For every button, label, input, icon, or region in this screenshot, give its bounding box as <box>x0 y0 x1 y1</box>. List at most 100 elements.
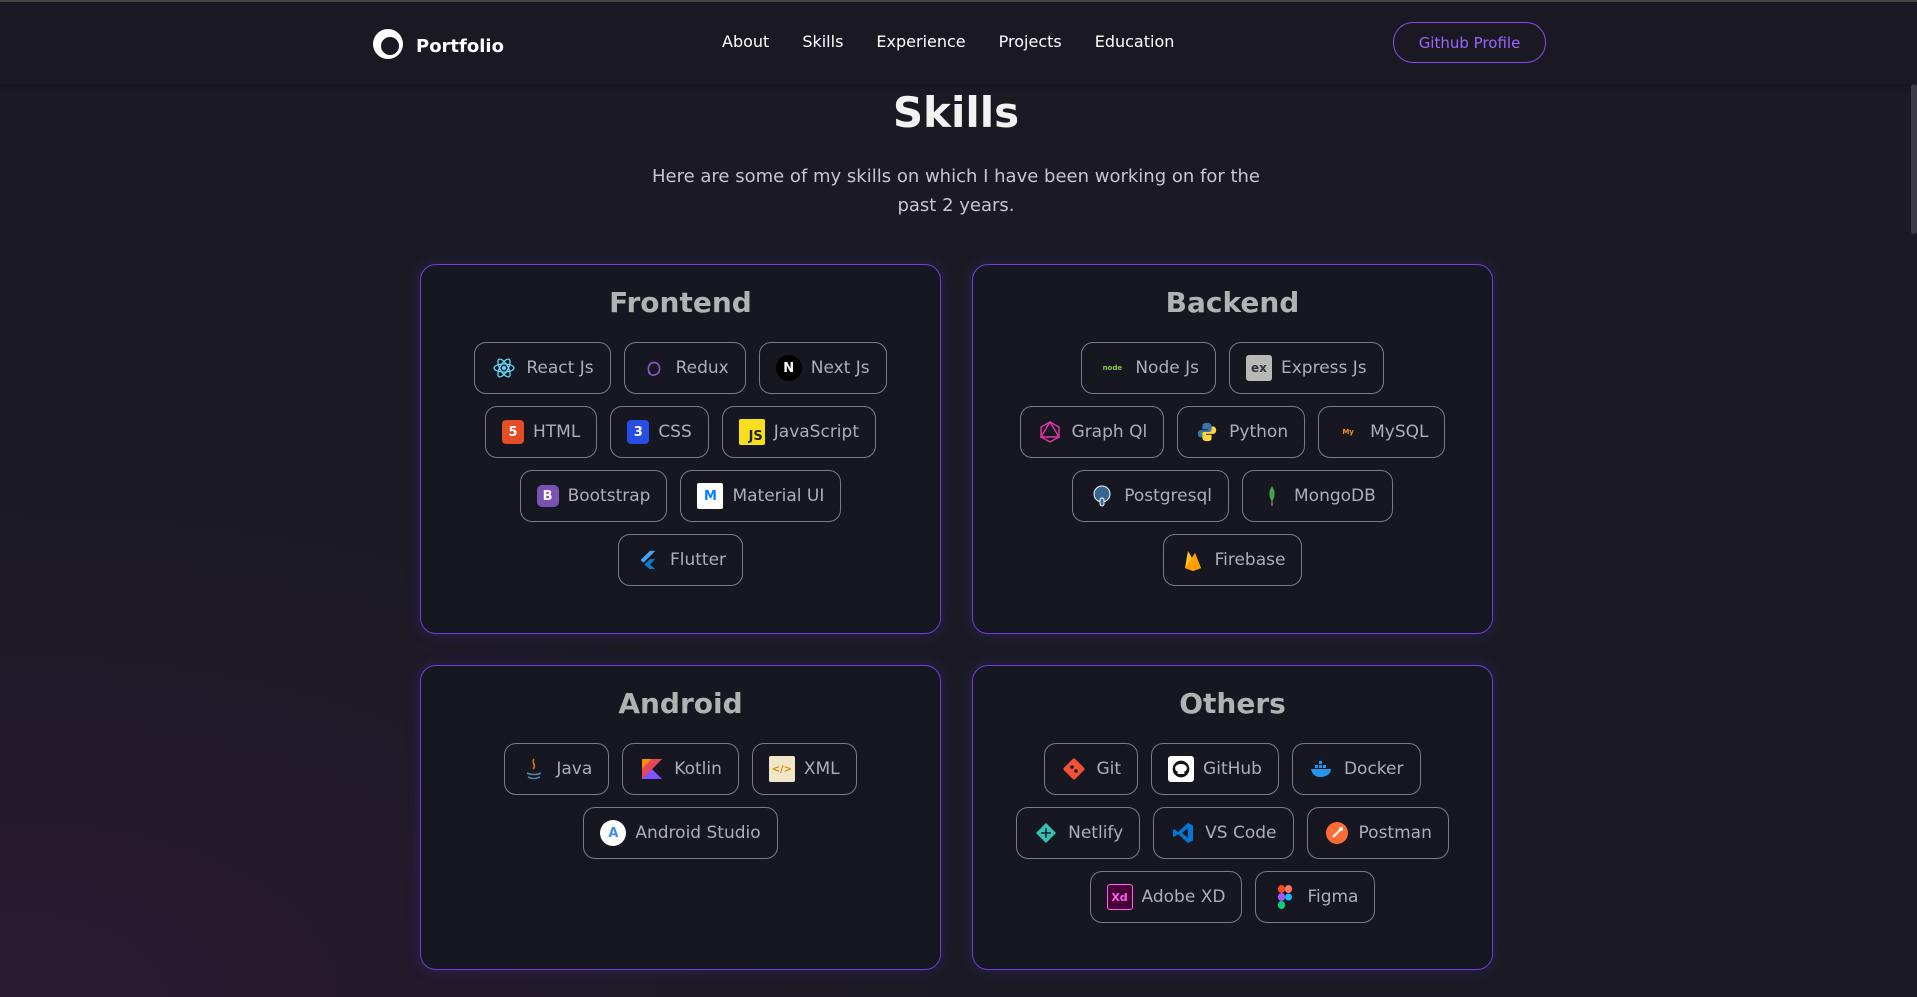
brand-logo[interactable]: Portfolio <box>370 26 504 66</box>
skill-chip[interactable]: node Node Js <box>1081 342 1216 394</box>
android-studio-icon: A <box>600 820 627 846</box>
skill-name: XML <box>803 759 840 779</box>
skill-name: Python <box>1229 422 1289 442</box>
skill-name: Redux <box>675 358 729 378</box>
skill-name: Kotlin <box>674 759 722 779</box>
xml-icon: </> <box>768 756 795 782</box>
nav-link-experience[interactable]: Experience <box>876 32 965 51</box>
skill-name: Node Js <box>1135 358 1199 378</box>
nav-link-about[interactable]: About <box>722 32 769 51</box>
skill-chip[interactable]: GitHub <box>1151 743 1279 795</box>
html-icon: 5 <box>502 420 524 444</box>
logo-icon <box>370 26 406 66</box>
skill-chip[interactable]: N Next Js <box>758 342 887 394</box>
kotlin-icon <box>639 756 665 782</box>
java-icon <box>521 756 547 782</box>
skill-name: Adobe XD <box>1141 887 1226 907</box>
figma-icon <box>1272 884 1298 910</box>
brand-name: Portfolio <box>416 35 504 57</box>
material-ui-icon: M <box>697 483 724 509</box>
skill-name: Postgresql <box>1124 486 1212 506</box>
skill-chip[interactable]: A Android Studio <box>583 807 778 859</box>
graphql-icon <box>1037 419 1063 445</box>
skill-card-others: Others Git GitHub Docker Netlify VS Code… <box>972 665 1493 970</box>
skill-chip[interactable]: Postman <box>1306 807 1449 859</box>
skill-name: Flutter <box>669 550 727 570</box>
skill-name: Postman <box>1358 823 1432 843</box>
skill-chip[interactable]: MongoDB <box>1242 470 1393 522</box>
github-profile-button[interactable]: Github Profile <box>1393 22 1546 63</box>
python-icon <box>1194 419 1220 445</box>
skill-chip[interactable]: B Bootstrap <box>519 470 668 522</box>
redux-icon <box>641 355 667 381</box>
skill-name: Express Js <box>1281 358 1367 378</box>
nav-link-education[interactable]: Education <box>1095 32 1175 51</box>
card-title: Frontend <box>609 286 752 319</box>
postgresql-icon <box>1089 483 1115 509</box>
page-title: Skills <box>892 88 1020 137</box>
skill-chip[interactable]: M Material UI <box>680 470 842 522</box>
skill-name: VS Code <box>1205 823 1277 843</box>
skill-name: Netlify <box>1068 823 1124 843</box>
skill-name: Android Studio <box>635 823 761 843</box>
github-icon <box>1168 756 1195 782</box>
skill-chip[interactable]: VS Code <box>1153 807 1294 859</box>
skill-card-frontend: Frontend React Js Redux N Next Js 5 HTML… <box>420 264 941 634</box>
flutter-icon <box>635 547 661 573</box>
skill-chip[interactable]: Figma <box>1255 871 1376 923</box>
skill-chip[interactable]: Docker <box>1291 743 1421 795</box>
card-title: Android <box>618 687 743 720</box>
nextjs-icon: N <box>775 355 802 381</box>
vscode-icon <box>1170 820 1196 846</box>
skill-name: MySQL <box>1370 422 1429 442</box>
bootstrap-icon: B <box>536 485 559 507</box>
skill-chip[interactable]: 5 HTML <box>485 406 598 458</box>
skill-chip[interactable]: JS JavaScript <box>721 406 876 458</box>
firebase-icon <box>1180 547 1206 573</box>
skill-chip[interactable]: Netlify <box>1016 807 1141 859</box>
skill-list: React Js Redux N Next Js 5 HTML 3 CSS JS… <box>421 342 940 586</box>
javascript-icon: JS <box>738 419 765 445</box>
skill-chip[interactable]: React Js <box>474 342 611 394</box>
skill-chip[interactable]: Redux <box>623 342 746 394</box>
skill-chip[interactable]: ex Express Js <box>1229 342 1384 394</box>
skill-name: Next Js <box>810 358 870 378</box>
skill-chip[interactable]: My MySQL <box>1318 406 1446 458</box>
skill-name: HTML <box>533 422 581 442</box>
skill-name: JavaScript <box>773 422 859 442</box>
card-title: Others <box>1179 687 1286 720</box>
skill-name: Material UI <box>732 486 825 506</box>
netlify-icon <box>1033 820 1059 846</box>
skill-name: Firebase <box>1214 550 1286 570</box>
skill-chip[interactable]: Flutter <box>617 534 744 586</box>
nav-links: About Skills Experience Projects Educati… <box>722 32 1174 51</box>
nav-link-projects[interactable]: Projects <box>999 32 1062 51</box>
postman-icon <box>1324 820 1350 846</box>
css-icon: 3 <box>627 420 650 444</box>
skill-chip[interactable]: Python <box>1177 406 1306 458</box>
skill-chip[interactable]: Xd Adobe XD <box>1089 871 1243 923</box>
mongodb-icon <box>1259 483 1285 509</box>
nav-link-skills[interactable]: Skills <box>802 32 843 51</box>
react-icon <box>491 355 517 381</box>
skill-name: Bootstrap <box>567 486 651 506</box>
skill-list: Java Kotlin </> XML A Android Studio <box>421 743 940 859</box>
nodejs-icon: node <box>1102 364 1123 372</box>
skill-chip[interactable]: Graph Ql <box>1019 406 1165 458</box>
subtitle-line-1: Here are some of my skills on which I ha… <box>651 166 1261 187</box>
skill-name: Figma <box>1307 887 1359 907</box>
skill-name: Docker <box>1343 759 1404 779</box>
card-title: Backend <box>1165 286 1300 319</box>
skill-chip[interactable]: Firebase <box>1162 534 1303 586</box>
skill-chip[interactable]: 3 CSS <box>610 406 709 458</box>
skill-list: node Node Js ex Express Js Graph Ql Pyth… <box>973 342 1492 586</box>
skill-chip[interactable]: Java <box>504 743 610 795</box>
subtitle-line-2: past 2 years. <box>897 195 1015 216</box>
skill-chip[interactable]: </> XML <box>751 743 857 795</box>
skill-chip[interactable]: Kotlin <box>622 743 739 795</box>
skill-chip[interactable]: Postgresql <box>1072 470 1229 522</box>
skill-name: MongoDB <box>1294 486 1376 506</box>
express-icon: ex <box>1246 355 1272 381</box>
adobe-xd-icon: Xd <box>1106 884 1133 910</box>
skill-chip[interactable]: Git <box>1044 743 1139 795</box>
